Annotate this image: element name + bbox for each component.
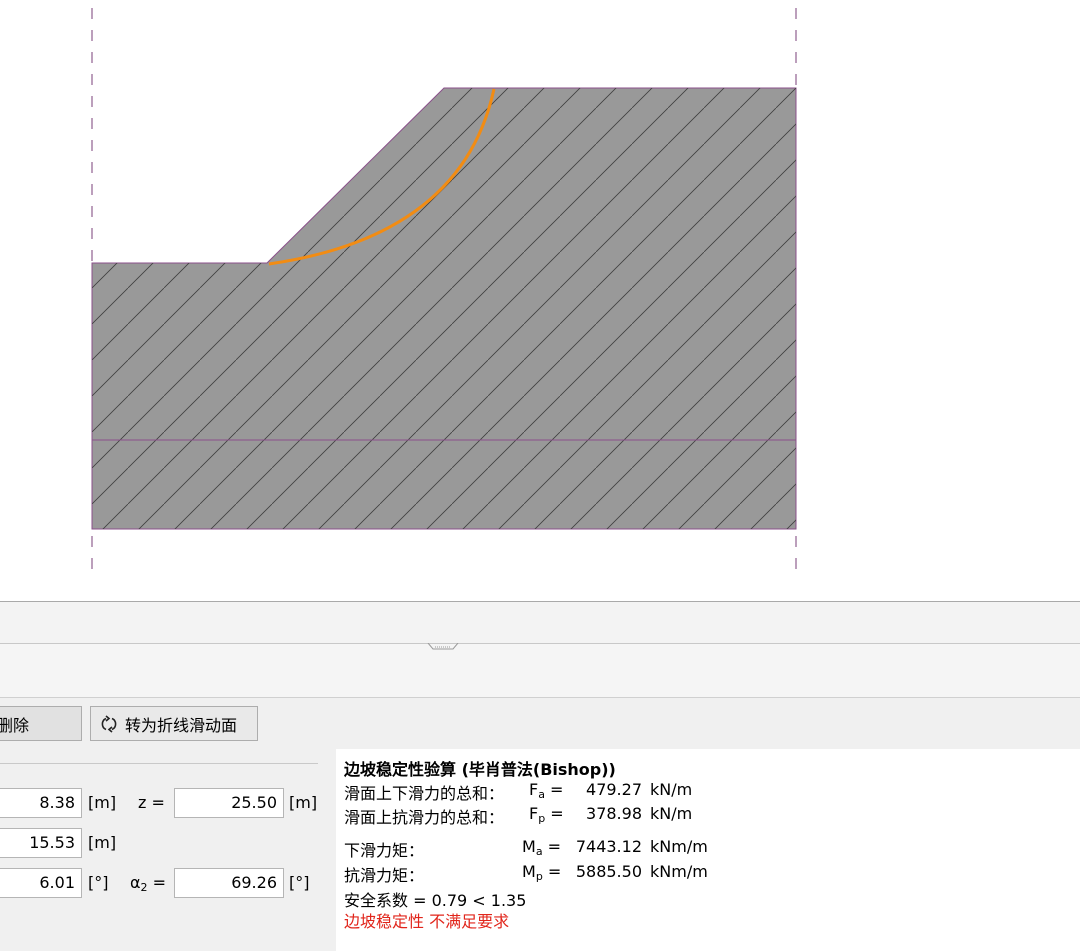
- result-value-mp: 5885.50: [575, 862, 642, 881]
- result-label-resisting-moment: 抗滑力矩：: [344, 866, 425, 885]
- section-divider: [0, 763, 318, 764]
- result-value-fp: 378.98: [586, 804, 642, 823]
- results-title: 边坡稳定性验算 (毕肖普法(Bishop)): [344, 760, 616, 779]
- radius-field[interactable]: 15.53: [0, 828, 82, 858]
- x-unit-label: [m]: [88, 793, 117, 812]
- alpha2-field[interactable]: 69.26: [174, 868, 284, 898]
- stability-verdict: 边坡稳定性 不满足要求: [344, 912, 510, 931]
- splitter-grip-icon[interactable]: [427, 643, 459, 651]
- result-unit-fp: kN/m: [650, 804, 693, 823]
- alpha1-unit-label: [°]: [88, 873, 109, 892]
- rotate-arrows-icon: [99, 714, 119, 733]
- z-label: z =: [138, 793, 165, 812]
- result-label-resisting-force: 滑面上抗滑力的总和：: [344, 808, 505, 827]
- stability-results-box: 边坡稳定性验算 (毕肖普法(Bishop)) 滑面上下滑力的总和： Fa = 4…: [336, 749, 1080, 951]
- result-value-fa: 479.27: [586, 780, 642, 799]
- alpha2-unit-label: [°]: [289, 873, 310, 892]
- result-symbol-fa: Fa =: [529, 780, 564, 801]
- slope-drawing-canvas[interactable]: [0, 0, 1080, 603]
- z-coordinate-field[interactable]: 25.50: [174, 788, 284, 818]
- result-symbol-fp: Fp =: [529, 804, 564, 825]
- splitter-bar: [0, 601, 1080, 644]
- convert-label: 转为折线滑动面: [125, 715, 238, 735]
- result-value-ma: 7443.12: [575, 837, 642, 856]
- delete-label: 删除: [0, 715, 30, 735]
- slope-cross-section: [91, 8, 797, 575]
- alpha1-field[interactable]: 6.01: [0, 868, 82, 898]
- x-coordinate-field[interactable]: 8.38: [0, 788, 82, 818]
- analysis-panel: 删除 转为折线滑动面 8.38 [m] z = 25.50 [m] 15.53 …: [0, 698, 1080, 951]
- result-unit-fa: kN/m: [650, 780, 693, 799]
- alpha2-label: α2 =: [130, 873, 167, 894]
- result-label-driving-force: 滑面上下滑力的总和：: [344, 784, 505, 803]
- result-unit-mp: kNm/m: [650, 862, 708, 881]
- convert-to-polygonal-button[interactable]: 转为折线滑动面: [90, 706, 258, 741]
- z-unit-label: [m]: [289, 793, 318, 812]
- delete-button[interactable]: 删除: [0, 706, 82, 741]
- radius-unit-label: [m]: [88, 833, 117, 852]
- result-label-driving-moment: 下滑力矩：: [344, 841, 425, 860]
- result-symbol-ma: Ma =: [522, 837, 562, 858]
- soil-hatching: [92, 88, 796, 529]
- result-unit-ma: kNm/m: [650, 837, 708, 856]
- panel-header-bar: [0, 644, 1080, 698]
- result-symbol-mp: Mp =: [522, 862, 562, 883]
